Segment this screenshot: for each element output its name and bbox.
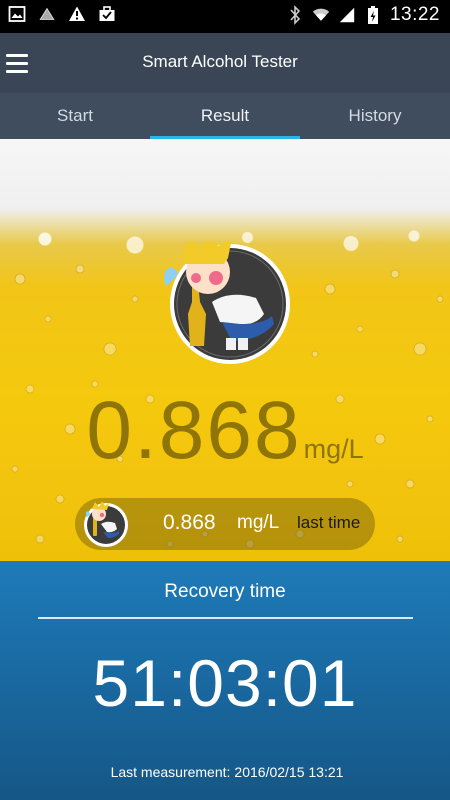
recovery-title: Recovery time: [164, 581, 286, 602]
system-icons: 13:22: [286, 4, 440, 26]
signal-icon: [338, 6, 356, 24]
app-bar: Smart Alcohol Tester: [0, 33, 450, 93]
result-unit: mg/L: [303, 434, 364, 464]
cloud-icon: [38, 5, 56, 23]
status-bar: 13:22: [0, 0, 450, 33]
result-reading: 0.868mg/L: [0, 384, 450, 478]
last-measurement-value: 2016/02/15 13:21: [234, 764, 344, 780]
last-time-value: 0.868: [163, 511, 216, 534]
app-title: Smart Alcohol Tester: [142, 52, 298, 71]
wifi-icon: [312, 6, 330, 24]
last-measurement-label: Last measurement:: [110, 764, 231, 780]
last-time-unit: mg/L: [237, 512, 280, 533]
bluetooth-icon: [286, 5, 304, 25]
briefcase-icon: [98, 5, 116, 23]
result-panel: 0.868mg/L 0.868 mg/L last time: [0, 139, 450, 561]
clock: 13:22: [389, 4, 440, 25]
result-value: 0.868: [86, 385, 302, 476]
warning-icon: [68, 5, 86, 23]
tab-history[interactable]: History: [300, 93, 450, 139]
last-measurement: Last measurement: 2016/02/15 13:21: [0, 764, 450, 780]
tab-bar: Start Result History: [0, 93, 450, 139]
notification-icons: [8, 5, 116, 23]
battery-charging-icon: [364, 6, 382, 24]
tab-result[interactable]: Result: [150, 93, 300, 139]
image-icon: [8, 5, 26, 23]
drunk-character-avatar: [160, 234, 300, 366]
recovery-panel: Recovery time 51:03:01 Last measurement:…: [0, 561, 450, 800]
tab-start[interactable]: Start: [0, 93, 150, 139]
recovery-countdown: 51:03:01: [92, 646, 358, 720]
small-character-avatar: [83, 501, 129, 548]
last-time-pill: 0.868 mg/L last time: [75, 498, 375, 550]
divider: [38, 617, 413, 619]
last-time-label: last time: [297, 513, 361, 532]
